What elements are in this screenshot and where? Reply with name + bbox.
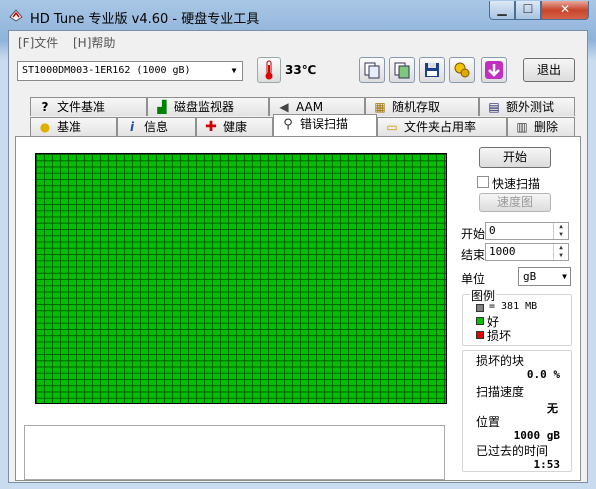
end-position-label: 结束 [461, 248, 486, 262]
tab-label: 信息 [144, 120, 169, 134]
chevron-down-icon: ▼ [562, 272, 567, 281]
quick-scan-checkbox[interactable] [477, 176, 489, 188]
tab-label: 文件夹占用率 [404, 120, 477, 134]
floppy-disk-icon [425, 63, 439, 77]
tab-disk-monitor[interactable]: ▟ 磁盘监视器 [147, 97, 269, 116]
unit-label: 单位 [461, 272, 486, 286]
end-spinner-icon[interactable]: ▲ ▼ [553, 244, 568, 260]
thermometer-icon [265, 60, 273, 80]
damaged-blocks-value: 0.0 % [526, 368, 560, 381]
start-spinner-icon[interactable]: ▲ ▼ [553, 223, 568, 239]
bulb-icon: ● [39, 120, 51, 134]
unit-select-value: gB [523, 270, 537, 283]
tab-label: 健康 [223, 120, 248, 134]
download-arrow-icon [485, 61, 503, 79]
tab-benchmark[interactable]: ● 基准 [30, 117, 117, 136]
title-bar: HD Tune 专业版 v4.60 - 硬盘专业工具 ▁ ☐ ✕ [0, 0, 596, 30]
end-position-value: 1000 [489, 245, 516, 258]
end-position-input[interactable]: 1000 ▲ ▼ [485, 243, 569, 261]
tab-label: 文件基准 [57, 100, 106, 114]
close-button[interactable]: ✕ [541, 1, 589, 20]
speed-map-button[interactable]: 速度图 [479, 193, 551, 212]
minimize-button[interactable]: ▁ [489, 1, 515, 20]
extra-tests-icon: ▤ [488, 100, 500, 114]
exit-button[interactable]: 退出 [523, 58, 575, 82]
save-button[interactable] [419, 57, 445, 83]
wrench-gear-icon [454, 62, 470, 78]
menu-help[interactable]: [H]帮助 [73, 34, 115, 51]
tab-label: 随机存取 [392, 100, 441, 114]
health-cross-icon: ✚ [205, 119, 217, 135]
legend-bad-swatch [476, 331, 484, 339]
elapsed-time-label: 已过去的时间 [476, 444, 549, 458]
options-button[interactable] [449, 57, 475, 83]
tab-erase[interactable]: ▥ 删除 [507, 117, 575, 136]
tab-label: 额外测试 [506, 100, 555, 114]
tab-info[interactable]: i 信息 [117, 117, 196, 136]
app-window: HD Tune 专业版 v4.60 - 硬盘专业工具 ▁ ☐ ✕ [F]文件 [… [0, 0, 596, 489]
tab-label: 错误扫描 [300, 117, 349, 131]
start-position-value: 0 [489, 224, 496, 237]
tab-file-benchmark[interactable]: ? 文件基准 [30, 97, 147, 116]
menu-bar: [F]文件 [H]帮助 [9, 31, 587, 52]
chevron-down-icon: ▼ [231, 66, 237, 75]
tab-error-scan[interactable]: ⚲ 错误扫描 [273, 114, 377, 136]
damaged-blocks-label: 损坏的块 [476, 354, 525, 368]
toolbar: ST1000DM003-1ER162 (1000 gB) ▼ 33℃ 退出 [9, 53, 587, 89]
tab-folder-usage[interactable]: ▭ 文件夹占用率 [377, 117, 507, 136]
scan-log-box [24, 425, 445, 480]
folder-icon: ▭ [386, 120, 398, 134]
position-label: 位置 [476, 415, 501, 429]
elapsed-time-value: 1:53 [533, 458, 561, 471]
tab-label: 基准 [57, 120, 82, 134]
start-position-input[interactable]: 0 ▲ ▼ [485, 222, 569, 240]
legend-bad-label: 损坏 [487, 329, 512, 343]
copy-icon [364, 62, 380, 79]
tab-extra-tests[interactable]: ▤ 额外测试 [479, 97, 575, 116]
drive-select-value: ST1000DM003-1ER162 (1000 gB) [22, 65, 191, 76]
hdtune-app-icon [9, 9, 23, 22]
trash-icon: ▥ [516, 120, 528, 134]
copy-text-button[interactable] [359, 57, 385, 83]
scan-speed-value: 无 [547, 402, 558, 415]
scan-block-map [35, 153, 447, 404]
copy-screenshot-button[interactable] [389, 57, 415, 83]
legend-good-swatch [476, 317, 484, 325]
position-value: 1000 gB [513, 429, 560, 442]
start-position-label: 开始 [461, 227, 486, 241]
quick-scan-label: 快速扫描 [492, 177, 541, 191]
copy-image-icon [394, 62, 410, 79]
tab-health[interactable]: ✚ 健康 [196, 117, 273, 136]
scan-speed-label: 扫描速度 [476, 385, 525, 399]
window-title: HD Tune 专业版 v4.60 - 硬盘专业工具 [30, 12, 260, 27]
drive-select[interactable]: ST1000DM003-1ER162 (1000 gB) ▼ [17, 61, 243, 81]
menu-file[interactable]: [F]文件 [18, 34, 58, 51]
tab-label: AAM [296, 100, 324, 114]
tab-file-benchmark-icon: ? [41, 100, 49, 114]
legend-block-size: = 381 MB [489, 301, 538, 312]
info-icon: i [129, 120, 135, 134]
temperature-button[interactable] [257, 57, 281, 83]
download-button[interactable] [481, 57, 507, 83]
unit-select[interactable]: gB ▼ [518, 267, 571, 286]
tab-label: 磁盘监视器 [174, 100, 235, 114]
start-button[interactable]: 开始 [479, 147, 551, 168]
magnifier-icon: ⚲ [283, 117, 293, 132]
temperature-value: 33℃ [285, 63, 317, 77]
legend-block-swatch [476, 304, 484, 312]
tab-label: 删除 [534, 120, 559, 134]
maximize-button[interactable]: ☐ [515, 1, 541, 20]
disk-monitor-icon: ▟ [157, 100, 167, 114]
tab-random-access[interactable]: ▦ 随机存取 [365, 97, 479, 116]
